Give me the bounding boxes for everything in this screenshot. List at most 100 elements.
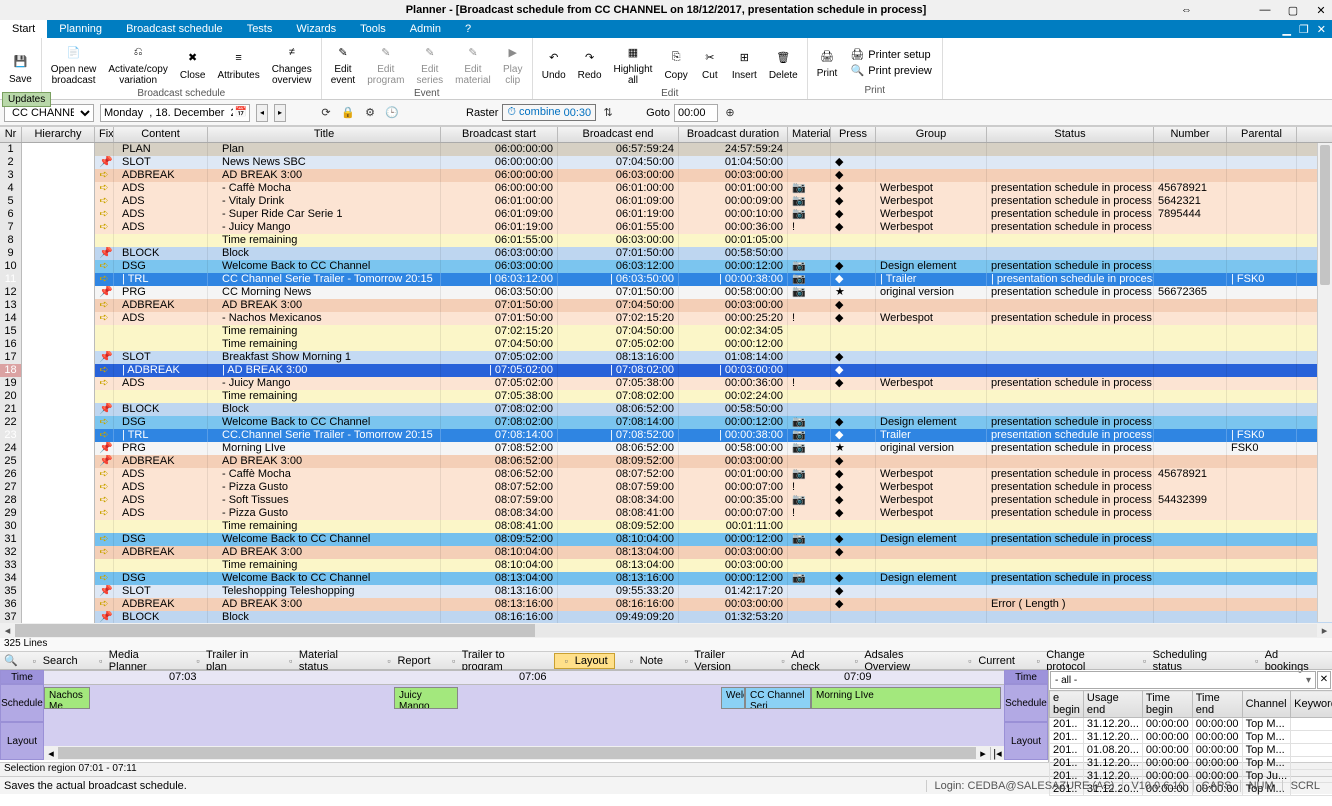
date-next-button[interactable]: ▸ bbox=[274, 104, 286, 122]
menu-tab-start[interactable]: Start bbox=[0, 20, 47, 38]
changes-button[interactable]: ≠Changes overview bbox=[267, 40, 317, 88]
mdi-minimize-button[interactable]: ▁ bbox=[1282, 23, 1290, 36]
filter-column-header[interactable]: Time end bbox=[1192, 691, 1242, 718]
raster-spin-icon[interactable]: ⇅ bbox=[600, 105, 616, 121]
table-row[interactable]: 18➪| ADBREAK| AD BREAK 3:00| 07:05:02:00… bbox=[0, 364, 1332, 377]
print-button[interactable]: 🖨Print bbox=[812, 44, 843, 81]
updates-badge[interactable]: Updates bbox=[2, 92, 51, 107]
table-row[interactable]: 28➪ADS- Soft Tissues08:07:59:0008:08:34:… bbox=[0, 494, 1332, 507]
filter-column-header[interactable]: Keyword bbox=[1291, 691, 1332, 718]
table-row[interactable]: 2📌SLOTNews News SBC06:00:00:0007:04:50:0… bbox=[0, 156, 1332, 169]
table-row[interactable]: 10➪DSGWelcome Back to CC Channel06:03:00… bbox=[0, 260, 1332, 273]
table-row[interactable]: 25📌ADBREAKAD BREAK 3:0008:06:52:0008:09:… bbox=[0, 455, 1332, 468]
table-row[interactable]: 23➪| TRLCC.Channel Serie Trailer - Tomor… bbox=[0, 429, 1332, 442]
column-header-material[interactable]: Material bbox=[788, 127, 831, 142]
cut-button[interactable]: ✂Cut bbox=[695, 46, 725, 83]
timeline-block[interactable]: Juicy Mango bbox=[394, 687, 458, 709]
gear-icon[interactable]: ⚙ bbox=[362, 105, 378, 121]
lock-icon[interactable]: 🔒 bbox=[340, 105, 356, 121]
menu-tab-broadcastschedule[interactable]: Broadcast schedule bbox=[114, 20, 235, 38]
table-row[interactable]: 30Time remaining08:08:41:0008:09:52:0000… bbox=[0, 520, 1332, 533]
timeline-block[interactable]: Nachos Me bbox=[44, 687, 90, 709]
table-row[interactable]: 12📌PRGCC Morning News06:03:50:0007:01:50… bbox=[0, 286, 1332, 299]
bottom-tab-current[interactable]: ▫Current bbox=[957, 653, 1022, 669]
ppreview-button[interactable]: 🔍Print preview bbox=[850, 63, 932, 78]
table-row[interactable]: 1PLANPlan06:00:00:0006:57:59:2424:57:59:… bbox=[0, 143, 1332, 156]
activate-button[interactable]: ⎌Activate/copy variation bbox=[103, 40, 172, 88]
table-row[interactable]: 14➪ADS- Nachos Mexicanos07:01:50:0007:02… bbox=[0, 312, 1332, 325]
timeline-main[interactable]: 07:0307:0607:09 Nachos MeJuicy MangoWelc… bbox=[44, 670, 1004, 760]
timeline-scrollbar[interactable]: ◂▸ |◂ bbox=[44, 746, 1004, 760]
column-header-number[interactable]: Number bbox=[1154, 127, 1227, 142]
table-row[interactable]: 33Time remaining08:10:04:0008:13:04:0000… bbox=[0, 559, 1332, 572]
filter-row[interactable]: 201..01.08.20...00:00:0000:00:00Top M... bbox=[1050, 744, 1332, 757]
timeline-block[interactable]: Morning LIve bbox=[811, 687, 1001, 709]
table-row[interactable]: 21📌BLOCKBlock07:08:02:0008:06:52:0000:58… bbox=[0, 403, 1332, 416]
filter-column-header[interactable]: Channel bbox=[1242, 691, 1291, 718]
menu-tab-tests[interactable]: Tests bbox=[235, 20, 285, 38]
table-row[interactable]: 16Time remaining07:04:50:0007:05:02:0000… bbox=[0, 338, 1332, 351]
editevent-button[interactable]: ✎Edit event bbox=[326, 40, 360, 88]
table-row[interactable]: 29➪ADS- Pizza Gusto08:08:34:0008:08:41:0… bbox=[0, 507, 1332, 520]
table-row[interactable]: 9📌BLOCKBlock06:03:00:0007:01:50:0000:58:… bbox=[0, 247, 1332, 260]
table-row[interactable]: 19➪ADS- Juicy Mango07:05:02:0007:05:38:0… bbox=[0, 377, 1332, 390]
filter-clear-button[interactable]: ✕ bbox=[1317, 671, 1331, 689]
goto-button-icon[interactable]: ⊕ bbox=[722, 105, 738, 121]
table-row[interactable]: 36➪ADBREAKAD BREAK 3:0008:13:16:0008:16:… bbox=[0, 598, 1332, 611]
date-prev-button[interactable]: ◂ bbox=[256, 104, 268, 122]
mdi-close-button[interactable]: ✕ bbox=[1317, 23, 1326, 36]
filter-combo[interactable]: - all - bbox=[1050, 671, 1316, 689]
mdi-restore-button[interactable]: ❐ bbox=[1299, 23, 1309, 36]
table-row[interactable]: 11➪| TRLCC Channel Serie Trailer - Tomor… bbox=[0, 273, 1332, 286]
table-row[interactable]: 34➪DSGWelcome Back to CC Channel08:13:04… bbox=[0, 572, 1332, 585]
column-header-parental[interactable]: Parental bbox=[1227, 127, 1297, 142]
horizontal-scrollbar[interactable]: ◂▸ bbox=[0, 623, 1332, 638]
column-header-broadcaststart[interactable]: Broadcast start bbox=[441, 127, 558, 142]
maximize-button[interactable]: ▢ bbox=[1286, 4, 1300, 17]
table-row[interactable]: 7➪ADS- Juicy Mango06:01:19:0006:01:55:00… bbox=[0, 221, 1332, 234]
insert-button[interactable]: ⊞Insert bbox=[727, 46, 762, 83]
table-row[interactable]: 6➪ADS- Super Ride Car Serie 106:01:09:00… bbox=[0, 208, 1332, 221]
menu-tab-tools[interactable]: Tools bbox=[348, 20, 398, 38]
table-row[interactable]: 24📌PRGMorning LIve07:08:52:0008:06:52:00… bbox=[0, 442, 1332, 455]
bottom-tab-layout[interactable]: ▫Layout bbox=[554, 653, 615, 669]
menu-tab-[interactable]: ? bbox=[453, 20, 483, 38]
copy-button[interactable]: ⎘Copy bbox=[659, 46, 692, 83]
column-header-broadcastend[interactable]: Broadcast end bbox=[558, 127, 679, 142]
column-header-broadcastduration[interactable]: Broadcast duration bbox=[679, 127, 788, 142]
column-header-status[interactable]: Status bbox=[987, 127, 1154, 142]
save-button[interactable]: 💾Save bbox=[4, 50, 37, 87]
calendar-icon[interactable]: 📅 bbox=[235, 107, 247, 118]
search-icon[interactable]: 🔍 bbox=[4, 654, 18, 667]
table-row[interactable]: 22➪DSGWelcome Back to CC Channel07:08:02… bbox=[0, 416, 1332, 429]
column-header-title[interactable]: Title bbox=[208, 127, 441, 142]
menu-tab-wizards[interactable]: Wizards bbox=[284, 20, 348, 38]
table-row[interactable]: 37📌BLOCKBlock08:16:16:0009:49:09:2001:32… bbox=[0, 611, 1332, 623]
table-row[interactable]: 27➪ADS- Pizza Gusto08:07:52:0008:07:59:0… bbox=[0, 481, 1332, 494]
filter-row[interactable]: 201..31.12.20...00:00:0000:00:00Top M... bbox=[1050, 757, 1332, 770]
column-header-nr[interactable]: Nr bbox=[0, 127, 22, 142]
column-header-press[interactable]: Press bbox=[831, 127, 876, 142]
table-row[interactable]: 26➪ADS- Caffè Mocha08:06:52:0008:07:52:0… bbox=[0, 468, 1332, 481]
undo-button[interactable]: ↶Undo bbox=[537, 46, 571, 83]
menu-tab-admin[interactable]: Admin bbox=[398, 20, 453, 38]
opennew-button[interactable]: 📄Open new broadcast bbox=[46, 40, 102, 88]
filter-row[interactable]: 201..31.12.20...00:00:0000:00:00Top M... bbox=[1050, 718, 1332, 731]
attrs-button[interactable]: ≡Attributes bbox=[212, 46, 264, 83]
column-header-content[interactable]: Content bbox=[114, 127, 208, 142]
timeline-block[interactable]: CC Channel Seri bbox=[745, 687, 811, 709]
date-field[interactable]: 📅 bbox=[100, 104, 250, 122]
table-row[interactable]: 3➪ADBREAKAD BREAK 3:0006:00:00:0006:03:0… bbox=[0, 169, 1332, 182]
delete-button[interactable]: 🗑Delete bbox=[764, 46, 803, 83]
timeline-block[interactable]: Welc bbox=[721, 687, 745, 709]
grid-body[interactable]: 1PLANPlan06:00:00:0006:57:59:2424:57:59:… bbox=[0, 143, 1332, 623]
table-row[interactable]: 8Time remaining06:01:55:0006:03:00:0000:… bbox=[0, 234, 1332, 247]
filter-column-header[interactable]: Usage end bbox=[1083, 691, 1142, 718]
table-row[interactable]: 5➪ADS- Vitaly Drink06:01:00:0006:01:09:0… bbox=[0, 195, 1332, 208]
column-header-group[interactable]: Group bbox=[876, 127, 987, 142]
bottom-tab-note[interactable]: ▫Note bbox=[619, 653, 670, 669]
refresh-icon[interactable]: ⟳ bbox=[318, 105, 334, 121]
table-row[interactable]: 17📌SLOTBreakfast Show Morning 107:05:02:… bbox=[0, 351, 1332, 364]
table-row[interactable]: 31➪DSGWelcome Back to CC Channel08:09:52… bbox=[0, 533, 1332, 546]
timeline-rows[interactable]: Nachos Me Juicy Mango WelcCC Channel SeriM… bbox=[44, 685, 1004, 746]
